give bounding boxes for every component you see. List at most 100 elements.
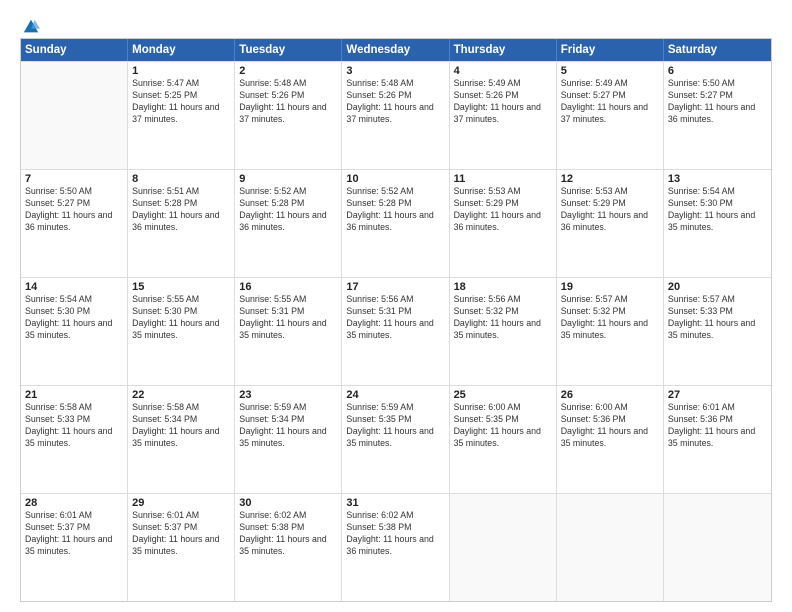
header-day-saturday: Saturday [664,39,771,61]
day-info: Sunrise: 5:57 AMSunset: 5:33 PMDaylight:… [668,294,767,342]
day-number: 14 [25,281,123,293]
day-info: Sunrise: 5:50 AMSunset: 5:27 PMDaylight:… [25,186,123,234]
day-number: 1 [132,65,230,77]
cal-cell-27: 27Sunrise: 6:01 AMSunset: 5:36 PMDayligh… [664,386,771,493]
page: SundayMondayTuesdayWednesdayThursdayFrid… [0,0,792,612]
header-day-monday: Monday [128,39,235,61]
cal-cell-26: 26Sunrise: 6:00 AMSunset: 5:36 PMDayligh… [557,386,664,493]
day-info: Sunrise: 6:01 AMSunset: 5:37 PMDaylight:… [132,510,230,558]
calendar: SundayMondayTuesdayWednesdayThursdayFrid… [20,38,772,602]
day-number: 21 [25,389,123,401]
cal-cell-1: 1Sunrise: 5:47 AMSunset: 5:25 PMDaylight… [128,62,235,169]
day-number: 12 [561,173,659,185]
day-number: 2 [239,65,337,77]
cal-cell-20: 20Sunrise: 5:57 AMSunset: 5:33 PMDayligh… [664,278,771,385]
day-number: 28 [25,497,123,509]
day-info: Sunrise: 5:49 AMSunset: 5:27 PMDaylight:… [561,78,659,126]
day-info: Sunrise: 5:58 AMSunset: 5:33 PMDaylight:… [25,402,123,450]
day-number: 9 [239,173,337,185]
cal-cell-4: 4Sunrise: 5:49 AMSunset: 5:26 PMDaylight… [450,62,557,169]
day-info: Sunrise: 6:01 AMSunset: 5:37 PMDaylight:… [25,510,123,558]
day-number: 19 [561,281,659,293]
day-number: 15 [132,281,230,293]
day-number: 3 [346,65,444,77]
day-number: 22 [132,389,230,401]
day-info: Sunrise: 6:00 AMSunset: 5:35 PMDaylight:… [454,402,552,450]
day-info: Sunrise: 5:51 AMSunset: 5:28 PMDaylight:… [132,186,230,234]
day-info: Sunrise: 5:59 AMSunset: 5:34 PMDaylight:… [239,402,337,450]
header [20,18,772,32]
cal-cell-19: 19Sunrise: 5:57 AMSunset: 5:32 PMDayligh… [557,278,664,385]
cal-cell-7: 7Sunrise: 5:50 AMSunset: 5:27 PMDaylight… [21,170,128,277]
cal-cell-24: 24Sunrise: 5:59 AMSunset: 5:35 PMDayligh… [342,386,449,493]
day-number: 7 [25,173,123,185]
cal-cell-3: 3Sunrise: 5:48 AMSunset: 5:26 PMDaylight… [342,62,449,169]
cal-cell-17: 17Sunrise: 5:56 AMSunset: 5:31 PMDayligh… [342,278,449,385]
day-info: Sunrise: 5:54 AMSunset: 5:30 PMDaylight:… [668,186,767,234]
cal-cell-empty-4 [450,494,557,601]
calendar-body: 1Sunrise: 5:47 AMSunset: 5:25 PMDaylight… [21,61,771,601]
day-info: Sunrise: 5:48 AMSunset: 5:26 PMDaylight:… [239,78,337,126]
day-number: 13 [668,173,767,185]
cal-cell-2: 2Sunrise: 5:48 AMSunset: 5:26 PMDaylight… [235,62,342,169]
day-info: Sunrise: 5:56 AMSunset: 5:31 PMDaylight:… [346,294,444,342]
cal-cell-23: 23Sunrise: 5:59 AMSunset: 5:34 PMDayligh… [235,386,342,493]
header-day-sunday: Sunday [21,39,128,61]
day-number: 24 [346,389,444,401]
calendar-row-4: 28Sunrise: 6:01 AMSunset: 5:37 PMDayligh… [21,493,771,601]
cal-cell-12: 12Sunrise: 5:53 AMSunset: 5:29 PMDayligh… [557,170,664,277]
day-number: 26 [561,389,659,401]
logo [20,18,40,32]
day-info: Sunrise: 5:48 AMSunset: 5:26 PMDaylight:… [346,78,444,126]
day-number: 11 [454,173,552,185]
cal-cell-8: 8Sunrise: 5:51 AMSunset: 5:28 PMDaylight… [128,170,235,277]
calendar-header: SundayMondayTuesdayWednesdayThursdayFrid… [21,39,771,61]
day-info: Sunrise: 5:49 AMSunset: 5:26 PMDaylight:… [454,78,552,126]
cal-cell-15: 15Sunrise: 5:55 AMSunset: 5:30 PMDayligh… [128,278,235,385]
day-number: 8 [132,173,230,185]
cal-cell-5: 5Sunrise: 5:49 AMSunset: 5:27 PMDaylight… [557,62,664,169]
calendar-row-0: 1Sunrise: 5:47 AMSunset: 5:25 PMDaylight… [21,61,771,169]
day-number: 31 [346,497,444,509]
cal-cell-empty-5 [557,494,664,601]
cal-cell-10: 10Sunrise: 5:52 AMSunset: 5:28 PMDayligh… [342,170,449,277]
day-number: 27 [668,389,767,401]
day-number: 6 [668,65,767,77]
day-number: 30 [239,497,337,509]
day-info: Sunrise: 5:52 AMSunset: 5:28 PMDaylight:… [239,186,337,234]
cal-cell-14: 14Sunrise: 5:54 AMSunset: 5:30 PMDayligh… [21,278,128,385]
header-day-friday: Friday [557,39,664,61]
cal-cell-25: 25Sunrise: 6:00 AMSunset: 5:35 PMDayligh… [450,386,557,493]
calendar-row-2: 14Sunrise: 5:54 AMSunset: 5:30 PMDayligh… [21,277,771,385]
cal-cell-30: 30Sunrise: 6:02 AMSunset: 5:38 PMDayligh… [235,494,342,601]
day-number: 18 [454,281,552,293]
day-number: 20 [668,281,767,293]
day-info: Sunrise: 5:54 AMSunset: 5:30 PMDaylight:… [25,294,123,342]
day-info: Sunrise: 5:57 AMSunset: 5:32 PMDaylight:… [561,294,659,342]
header-day-wednesday: Wednesday [342,39,449,61]
day-number: 17 [346,281,444,293]
day-number: 23 [239,389,337,401]
day-info: Sunrise: 6:01 AMSunset: 5:36 PMDaylight:… [668,402,767,450]
day-info: Sunrise: 6:00 AMSunset: 5:36 PMDaylight:… [561,402,659,450]
cal-cell-13: 13Sunrise: 5:54 AMSunset: 5:30 PMDayligh… [664,170,771,277]
cal-cell-22: 22Sunrise: 5:58 AMSunset: 5:34 PMDayligh… [128,386,235,493]
cal-cell-28: 28Sunrise: 6:01 AMSunset: 5:37 PMDayligh… [21,494,128,601]
day-info: Sunrise: 5:53 AMSunset: 5:29 PMDaylight:… [561,186,659,234]
day-info: Sunrise: 6:02 AMSunset: 5:38 PMDaylight:… [239,510,337,558]
day-number: 5 [561,65,659,77]
day-info: Sunrise: 5:53 AMSunset: 5:29 PMDaylight:… [454,186,552,234]
calendar-row-1: 7Sunrise: 5:50 AMSunset: 5:27 PMDaylight… [21,169,771,277]
day-info: Sunrise: 5:55 AMSunset: 5:31 PMDaylight:… [239,294,337,342]
header-day-thursday: Thursday [450,39,557,61]
day-info: Sunrise: 5:56 AMSunset: 5:32 PMDaylight:… [454,294,552,342]
cal-cell-11: 11Sunrise: 5:53 AMSunset: 5:29 PMDayligh… [450,170,557,277]
day-info: Sunrise: 5:58 AMSunset: 5:34 PMDaylight:… [132,402,230,450]
day-number: 29 [132,497,230,509]
logo-icon [22,18,40,36]
day-number: 16 [239,281,337,293]
day-info: Sunrise: 5:55 AMSunset: 5:30 PMDaylight:… [132,294,230,342]
day-info: Sunrise: 6:02 AMSunset: 5:38 PMDaylight:… [346,510,444,558]
day-info: Sunrise: 5:50 AMSunset: 5:27 PMDaylight:… [668,78,767,126]
header-day-tuesday: Tuesday [235,39,342,61]
